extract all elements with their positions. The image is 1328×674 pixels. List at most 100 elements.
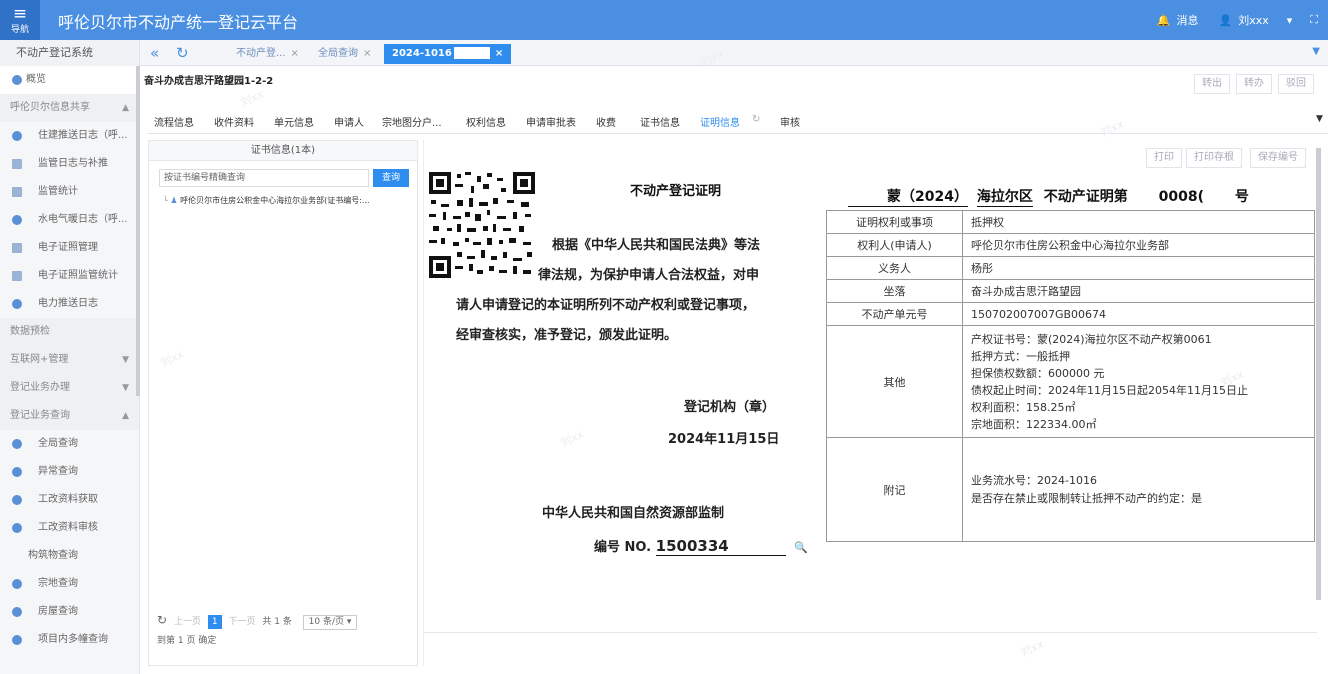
other-line: 宗地面积：122334.00㎡ [971,417,1097,431]
tabs-dropdown-icon[interactable]: ▼ [1316,114,1323,124]
tab-rights-info[interactable]: 权利信息 [466,114,506,129]
tab-received-docs[interactable]: 收件资料 [214,114,254,129]
system-name[interactable]: 不动产登记系统 [0,40,140,66]
fullscreen-icon[interactable]: ⛶ [1310,13,1318,27]
goto-label: 到第 [157,636,176,646]
tab-certificate-info[interactable]: 证书信息 [640,114,680,129]
row-value: 奋斗办成吉思汗路望园 [962,279,1315,303]
refresh-icon[interactable]: ↻ [176,44,189,62]
cert-district: 海拉尔区 [976,186,1033,207]
sidebar-item-supervision-log[interactable]: 监管日志与补推 [0,150,139,178]
tab-business-record[interactable]: 2024-1016 × [384,44,512,64]
sidebar-item-label: 概览 [26,74,46,85]
close-tab-icon[interactable]: × [363,48,371,59]
sidebar-group-internet-plus[interactable]: 互联网+管理 ▼ [0,346,139,374]
collapse-sidebar-icon[interactable]: « [150,44,159,62]
sidebar-item-label: 异常查询 [38,466,78,477]
row-key: 其他 [826,325,963,438]
nav-menu-button[interactable]: ≡ 导航 [0,0,40,40]
sidebar-item-overview[interactable]: 概览 [0,66,139,94]
goto-confirm-button[interactable]: 确定 [198,636,216,646]
sidebar-group-data-precheck[interactable]: 数据预检 [0,318,139,346]
tab-process-info[interactable]: 流程信息 [154,114,194,129]
current-page[interactable]: 1 [207,615,222,629]
tree-item[interactable]: └ ♟ 呼伦贝尔市住房公积金中心海拉尔业务部(证书编号:... [163,195,370,206]
sidebar-item-reform-fetch[interactable]: 工改资料获取 [0,486,139,514]
serial-value: 1500334 [655,537,786,556]
certificate-list-panel: 证书信息(1本) 按证书编号精确查询 查询 └ ♟ 呼伦贝尔市住房公积金中心海拉… [148,140,418,666]
sidebar-item-label: 住建推送日志（呼... [38,130,128,141]
row-key: 证明权利或事项 [826,210,963,234]
user-name[interactable]: 刘xxx [1238,12,1269,28]
tab-parcel-map[interactable]: 宗地图分户... [382,114,442,129]
sidebar-item-e-license-stats[interactable]: 电子证照监管统计 [0,262,139,290]
issue-date: 2024年11月15日 [668,432,780,447]
supervisor-text: 中华人民共和国自然资源部监制 [542,506,725,521]
sidebar-item-housing-push-log[interactable]: 住建推送日志（呼... [0,122,139,150]
close-tab-icon[interactable]: × [291,48,299,59]
sidebar-group-registration-query[interactable]: 登记业务查询 ▲ [0,402,139,430]
sidebar-item-utility-log[interactable]: 水电气暖日志（呼... [0,206,139,234]
hamburger-icon: ≡ [12,4,28,24]
tab-review[interactable]: 审核 [780,114,800,129]
qr-code-image [427,170,537,280]
next-page-button[interactable]: 下一页 [228,617,255,627]
print-button[interactable]: 打印 [1146,148,1182,168]
goto-page-input[interactable]: 1 [178,636,184,646]
messages-link[interactable]: 消息 [1177,12,1199,28]
sidebar-item-parcel-query[interactable]: 宗地查询 [0,570,139,598]
print-stub-button[interactable]: 打印存根 [1186,148,1242,168]
sidebar-item-supervision-stats[interactable]: 监管统计 [0,178,139,206]
refresh-icon[interactable]: ↻ [752,114,760,125]
sidebar-item-label: 数据预检 [10,326,50,337]
delegate-button[interactable]: 转办 [1236,74,1272,94]
sidebar-item-label: 房屋查询 [38,606,78,617]
search-button[interactable]: 查询 [373,169,409,187]
transfer-out-button[interactable]: 转出 [1194,74,1230,94]
table-row: 证明权利或事项 抵押权 [826,210,1315,234]
chevron-up-icon: ▲ [122,411,129,421]
sidebar-item-structure-query[interactable]: 构筑物查询 [0,542,139,570]
reject-button[interactable]: 驳回 [1278,74,1314,94]
serial-number: 编号 NO. 1500334 🔍 [594,536,808,556]
user-dropdown-icon[interactable]: ▾ [1287,14,1293,27]
save-number-button[interactable]: 保存编号 [1250,148,1306,168]
cube-icon [12,75,22,85]
sidebar-item-power-push-log[interactable]: 电力推送日志 [0,290,139,318]
tab-proof-info[interactable]: 证明信息 [700,114,740,129]
tab-unit-info[interactable]: 单元信息 [274,114,314,129]
table-row: 坐落 奋斗办成吉思汗路望园 [826,279,1315,303]
search-icon[interactable]: 🔍 [794,541,808,554]
bell-icon[interactable]: 🔔 [1157,14,1171,27]
sidebar-item-multi-building-query[interactable]: 项目内多幢查询 [0,626,139,654]
sidebar-item-label: 水电气暖日志（呼... [38,214,128,225]
preview-scrollbar[interactable] [1316,148,1321,600]
sidebar-scrollbar[interactable] [136,66,140,396]
sidebar-item-reform-review[interactable]: 工改资料审核 [0,514,139,542]
tab-approval-form[interactable]: 申请审批表 [526,114,576,129]
document-icon [12,271,22,281]
page-size-select[interactable]: 10 条/页 ▾ [302,615,358,630]
sidebar-item-house-query[interactable]: 房屋查询 [0,598,139,626]
refresh-icon[interactable]: ↻ [157,613,167,627]
close-tab-icon[interactable]: × [495,48,503,59]
sidebar-group-registration-handling[interactable]: 登记业务办理 ▼ [0,374,139,402]
sidebar-group-hlbe-info-share[interactable]: 呼伦贝尔信息共享 ▲ [0,94,139,122]
sidebar-item-label: 登记业务查询 [10,410,70,421]
prev-page-button[interactable]: 上一页 [174,617,201,627]
tab-property-registration[interactable]: 不动产登... × [228,44,307,64]
tree-item-label: 呼伦贝尔市住房公积金中心海拉尔业务部(证书编号:... [180,196,370,205]
nav-label: 导航 [10,25,29,35]
tab-fees[interactable]: 收费 [596,114,616,129]
tab-menu-icon[interactable]: ▼ [1312,46,1320,57]
sidebar-item-e-license-mgmt[interactable]: 电子证照管理 [0,234,139,262]
cert-number-search-input[interactable]: 按证书编号精确查询 [159,169,369,187]
tab-applicant[interactable]: 申请人 [334,114,364,129]
sidebar-item-exception-query[interactable]: 异常查询 [0,458,139,486]
page-size-value: 10 条/页 [308,617,345,627]
sidebar-item-label: 互联网+管理 [10,354,69,365]
document-icon [12,159,22,169]
tab-global-query[interactable]: 全局查询 × [310,44,379,64]
sidebar-item-global-query[interactable]: 全局查询 [0,430,139,458]
sidebar-item-label: 项目内多幢查询 [38,634,108,645]
